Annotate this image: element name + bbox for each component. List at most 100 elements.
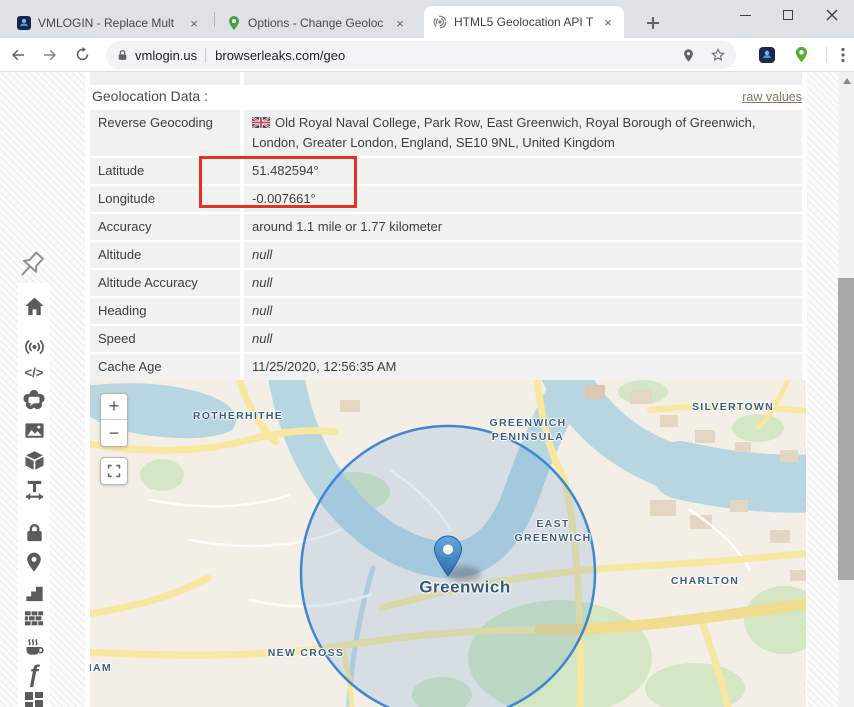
fingerprint-favicon-icon: [432, 14, 448, 30]
url-divider: [205, 48, 206, 63]
tab-close-icon[interactable]: ×: [600, 14, 616, 30]
sidebar-item-geolocation[interactable]: [20, 548, 48, 576]
raw-values-link[interactable]: raw values: [742, 90, 802, 104]
browser-window: VMLOGIN - Replace Mult × Options - Chang…: [0, 0, 854, 707]
table-row: Cache Age 11/25/2020, 12:56:35 AM: [90, 354, 802, 380]
table-row: Longitude -0.007661°: [90, 186, 802, 212]
map-graphics: [90, 380, 806, 707]
browser-toolbar: vmlogin.us browserleaks.com/geo: [0, 38, 854, 72]
sidebar-item-canvas[interactable]: [20, 416, 48, 444]
broadcast-icon: [22, 336, 47, 358]
sidebar-item-flash[interactable]: ƒ: [20, 661, 48, 689]
bricks-icon: [22, 607, 46, 630]
address-bar[interactable]: vmlogin.us browserleaks.com/geo: [106, 41, 736, 69]
minimize-button[interactable]: [723, 0, 767, 30]
home-icon: [23, 295, 46, 318]
text-width-icon: [23, 478, 46, 502]
coffee-icon: [22, 634, 46, 658]
back-button[interactable]: [4, 41, 32, 69]
map-label-ham: HAM: [90, 661, 112, 675]
table-row: Accuracy around 1.1 mile or 1.77 kilomet…: [90, 214, 802, 240]
url-site: vmlogin.us: [135, 48, 197, 63]
star-icon: [710, 47, 726, 63]
new-tab-button[interactable]: [640, 10, 666, 36]
sidebar-item-javascript[interactable]: </>: [20, 358, 48, 386]
geolocation-pin-icon: [681, 48, 696, 63]
browser-menu-button[interactable]: [830, 42, 854, 68]
section-heading: Geolocation Data :: [92, 88, 208, 104]
tab-geolocation-active[interactable]: HTML5 Geolocation API T ×: [424, 6, 624, 38]
forward-arrow-icon: [41, 46, 59, 64]
sidebar-item-webgl[interactable]: [20, 446, 48, 474]
row-label: Altitude Accuracy: [90, 270, 240, 296]
speed-value: null: [244, 326, 802, 352]
highlight-box: [199, 156, 357, 208]
cube-icon: [23, 449, 46, 472]
pushpin-icon: [14, 247, 50, 287]
row-label: Altitude: [90, 242, 240, 268]
maximize-button[interactable]: [766, 0, 810, 30]
zoom-in-button[interactable]: +: [101, 394, 127, 420]
vmlogin-extension-button[interactable]: [754, 42, 780, 68]
plus-icon: [646, 16, 660, 30]
cache-age-value: 11/25/2020, 12:56:35 AM: [244, 354, 802, 380]
tab-options[interactable]: Options - Change Geoloc ×: [218, 8, 416, 38]
reverse-geocoding-value: Old Royal Naval College, Park Row, East …: [252, 115, 756, 150]
green-pin-extension-icon: [793, 46, 810, 63]
close-button[interactable]: [810, 0, 854, 30]
sidebar-item-fonts[interactable]: [20, 476, 48, 504]
tab-vmlogin[interactable]: VMLOGIN - Replace Mult ×: [8, 8, 210, 38]
map-label-silvertown: SILVERTOWN: [692, 400, 774, 414]
uk-flag-icon: [252, 117, 270, 128]
row-label: Heading: [90, 298, 240, 324]
tab-close-icon[interactable]: ×: [186, 15, 202, 31]
row-label: Speed: [90, 326, 240, 352]
row-label: Cache Age: [90, 354, 240, 380]
sidebar-item-ip[interactable]: [20, 333, 48, 361]
forward-button[interactable]: [36, 41, 64, 69]
fullscreen-icon: [107, 464, 121, 478]
altitude-value: null: [244, 242, 802, 268]
map-label-charlton: CHARLTON: [671, 574, 739, 588]
reload-button[interactable]: [68, 41, 96, 69]
flash-f-icon: ƒ: [27, 661, 40, 689]
geolocation-table: Reverse Geocoding Old Royal Naval Colleg…: [90, 110, 802, 382]
url-path: browserleaks.com/geo: [215, 48, 345, 63]
partial-row-cell: [244, 72, 802, 85]
vmlogin-favicon-icon: [16, 15, 32, 31]
sidebar-item-silverlight[interactable]: [20, 686, 48, 707]
row-label: Accuracy: [90, 214, 240, 240]
sidebar-item-home[interactable]: [20, 292, 48, 320]
scrollbar-thumb[interactable]: [838, 278, 854, 580]
map-canvas[interactable]: ROTHERHITHE GREENWICH PENINSULA SILVERTO…: [90, 380, 806, 707]
zoom-out-button[interactable]: −: [101, 420, 127, 446]
scrollbar-up-arrow-icon[interactable]: [843, 78, 851, 84]
fullscreen-button[interactable]: [100, 457, 128, 485]
tab-title: Options - Change Geoloc: [248, 16, 386, 30]
geolocation-extension-button[interactable]: [788, 42, 814, 68]
tab-close-icon[interactable]: ×: [392, 15, 408, 31]
green-pin-favicon-icon: [226, 15, 242, 31]
table-row: Altitude null: [90, 242, 802, 268]
heading-value: null: [244, 298, 802, 324]
location-pin-icon: [23, 550, 45, 574]
flower-chat-icon: [22, 388, 46, 412]
minimize-icon: [740, 15, 751, 16]
sidebar-item-flash-chat[interactable]: [20, 386, 48, 414]
sidebar-item-ssl[interactable]: [20, 518, 48, 546]
vmlogin-extension-icon: [758, 46, 776, 64]
tab-divider: [214, 12, 215, 27]
sidebar-item-java[interactable]: [20, 632, 48, 660]
geolocation-indicator[interactable]: [681, 48, 696, 63]
bookmark-button[interactable]: [710, 47, 726, 63]
map-label-greenwich: Greenwich: [419, 577, 510, 600]
lock-icon: [23, 521, 46, 544]
row-label: Reverse Geocoding: [90, 110, 240, 156]
code-icon: </>: [25, 365, 44, 380]
lock-icon[interactable]: [116, 49, 129, 62]
sidebar-item-firewall[interactable]: [20, 604, 48, 632]
table-row: Latitude 51.482594°: [90, 158, 802, 184]
sidebar-item-features[interactable]: [20, 578, 48, 606]
map-label-greenwich-peninsula: GREENWICH PENINSULA: [489, 416, 566, 444]
row-value: Old Royal Naval College, Park Row, East …: [244, 110, 802, 156]
